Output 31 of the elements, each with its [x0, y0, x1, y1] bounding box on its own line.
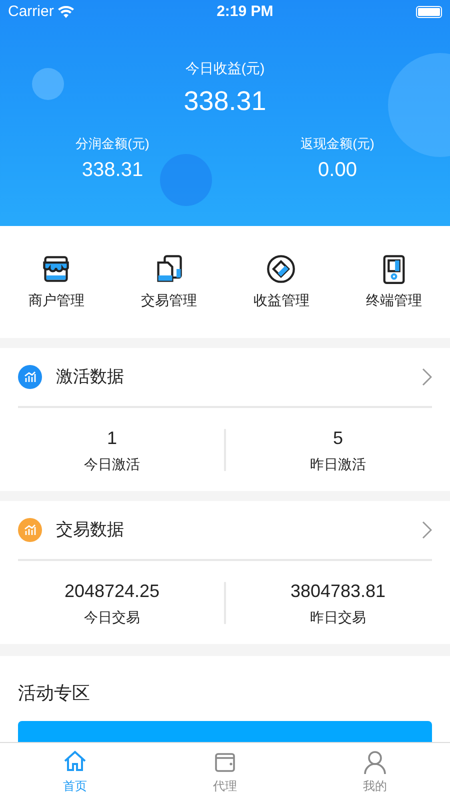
stat-label: 今日交易 — [84, 608, 140, 626]
menu-item[interactable]: 商户管理 — [28, 290, 84, 310]
stat-value: 338.31 — [82, 158, 144, 183]
menu-item[interactable]: 交易管理 — [140, 290, 197, 310]
coin-icon — [266, 254, 296, 284]
stat-label: 昨日交易 — [310, 608, 366, 626]
stat-value: 1 — [106, 426, 117, 450]
storefront-icon — [41, 254, 72, 284]
menu-item[interactable]: 终端管理 — [366, 290, 422, 310]
stat-value: 2048724.25 — [64, 580, 160, 602]
stat-label: 昨日激活 — [310, 454, 366, 474]
earnings-label: 今日收益(元) — [184, 59, 266, 78]
wifi-icon — [58, 6, 74, 18]
battery-icon — [416, 6, 442, 18]
tab-item[interactable]: 我的 — [300, 743, 450, 800]
stat-value: 0.00 — [318, 158, 357, 183]
stat-label: 今日激活 — [84, 454, 140, 474]
carrier-name: Carrier — [8, 2, 54, 22]
section-title: 交易数据 — [56, 519, 124, 542]
status-time: 2:19 PM — [216, 2, 274, 22]
menu-item[interactable]: 收益管理 — [253, 290, 310, 310]
stat-label: 分润金额(元) — [76, 134, 150, 153]
stat-value: 5 — [332, 426, 343, 450]
chevron-right-icon[interactable] — [422, 521, 432, 539]
section-title: 激活数据 — [56, 366, 124, 388]
stat-value: 3804783.81 — [290, 580, 386, 602]
stat-label: 返现金额(元) — [300, 134, 374, 153]
person-icon — [362, 748, 388, 774]
chevron-right-icon[interactable] — [422, 368, 432, 386]
section-title: 活动专区 — [18, 682, 91, 705]
earnings-amount: 338.31 — [182, 85, 268, 118]
